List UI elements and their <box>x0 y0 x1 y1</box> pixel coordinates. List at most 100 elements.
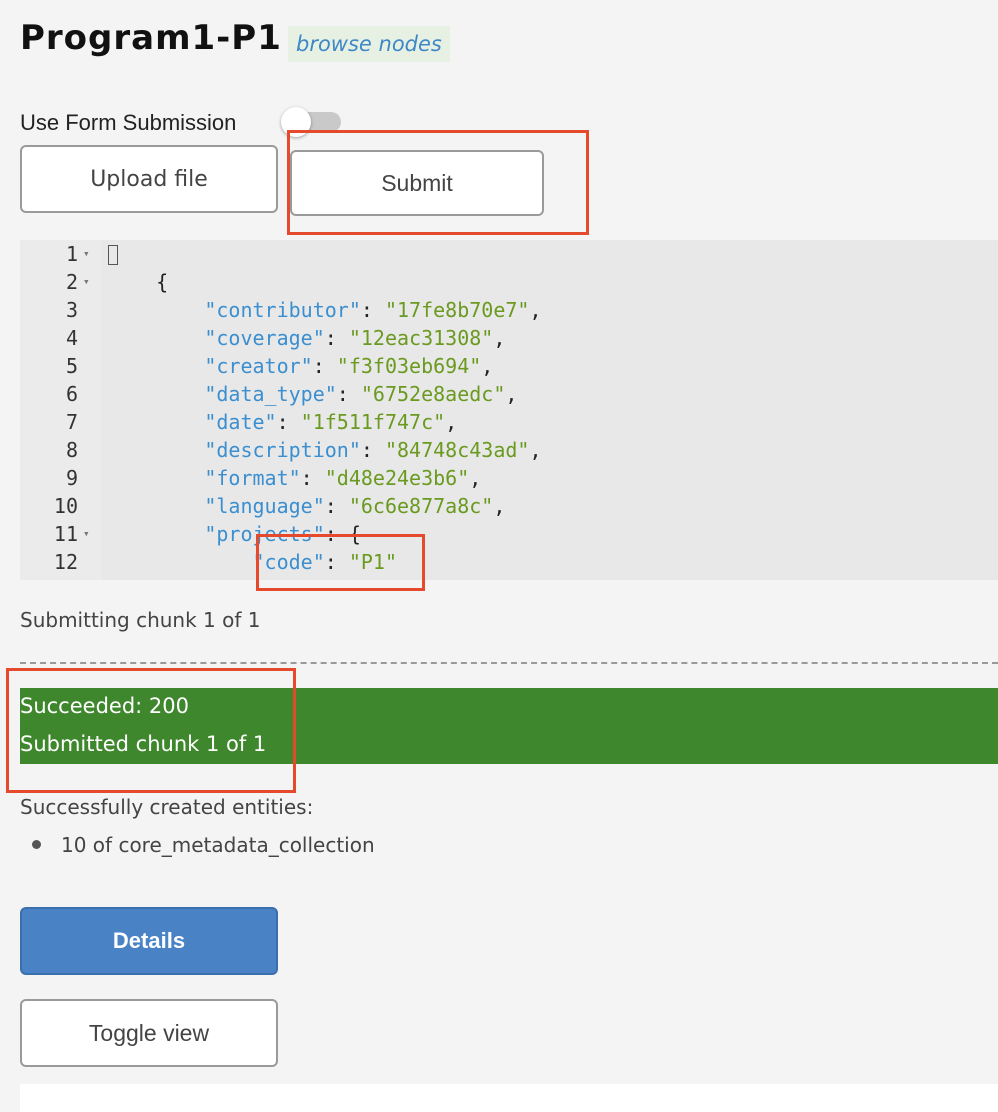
code-line: 5 "creator": "f3f03eb694", <box>20 352 998 380</box>
json-key: "coverage" <box>204 326 325 350</box>
submitting-status: Submitting chunk 1 of 1 <box>20 608 261 632</box>
line-number: 2 <box>65 270 78 294</box>
code-text: "data_type": "6752e8aedc", <box>108 380 517 408</box>
line-number: 4 <box>65 326 78 350</box>
code-line: 11 ▾ "projects": { <box>20 520 998 548</box>
created-entity-text: 10 of core_metadata_collection <box>61 833 375 857</box>
json-key: "description" <box>204 438 361 462</box>
json-editor[interactable]: 1 ▾ 2 ▾ {3 "contributor": "17fe8b70e7", 4 "c… <box>20 240 998 580</box>
fold-arrow-icon[interactable]: ▾ <box>83 268 90 296</box>
code-text: }, <box>108 576 228 580</box>
line-number: 6 <box>65 382 78 406</box>
json-punctuation: { <box>156 270 169 294</box>
code-line: 8 "description": "84748c43ad", <box>20 436 998 464</box>
json-key: "contributor" <box>204 298 361 322</box>
created-entity-item: 10 of core_metadata_collection <box>32 833 375 857</box>
code-line: 4 "coverage": "12eac31308", <box>20 324 998 352</box>
json-value: "12eac31308" <box>348 326 494 350</box>
json-punctuation: , <box>529 298 542 322</box>
line-number: 8 <box>65 438 78 462</box>
json-punctuation: , <box>493 494 506 518</box>
line-number: 1 <box>65 242 78 266</box>
details-button[interactable]: Details <box>20 907 278 975</box>
json-key: "language" <box>204 494 325 518</box>
fold-arrow-icon[interactable]: ▾ <box>83 240 90 268</box>
json-value: "f3f03eb694" <box>336 354 482 378</box>
json-value: "d48e24e3b6" <box>324 466 470 490</box>
code-text: "format": "d48e24e3b6", <box>108 464 481 492</box>
code-text: "description": "84748c43ad", <box>108 436 542 464</box>
json-value: "1f511f747c" <box>300 410 446 434</box>
form-submission-label: Use Form Submission <box>20 110 237 135</box>
browse-nodes-link[interactable]: browse nodes <box>288 26 450 62</box>
json-separator: : <box>312 354 337 378</box>
code-line: 2 ▾ { <box>20 268 998 296</box>
code-text: { <box>108 268 168 296</box>
line-number: 9 <box>65 466 78 490</box>
line-number: 5 <box>65 354 78 378</box>
json-key: "format" <box>204 466 301 490</box>
json-separator: : <box>300 466 325 490</box>
bullet-icon <box>32 840 41 849</box>
json-punctuation: , <box>505 382 518 406</box>
code-text <box>108 240 118 268</box>
line-number: 11 <box>53 522 78 546</box>
upload-file-button[interactable]: Upload file <box>20 145 278 213</box>
code-line: 3 "contributor": "17fe8b70e7", <box>20 296 998 324</box>
submit-highlight-box <box>287 130 589 235</box>
code-text: "creator": "f3f03eb694", <box>108 352 493 380</box>
line-number: 7 <box>65 410 78 434</box>
fold-arrow-icon[interactable]: ▾ <box>83 520 90 548</box>
toggle-view-button[interactable]: Toggle view <box>20 999 278 1067</box>
code-line: 9 "format": "d48e24e3b6", <box>20 464 998 492</box>
json-separator: : <box>360 438 385 462</box>
json-punctuation: , <box>445 410 458 434</box>
json-punctuation: }, <box>204 578 228 580</box>
json-separator: : <box>324 494 349 518</box>
json-value: "6752e8aedc" <box>360 382 506 406</box>
line-number: 12 <box>53 550 78 574</box>
json-key: "date" <box>204 410 277 434</box>
code-text: "language": "6c6e877a8c", <box>108 492 505 520</box>
code-highlight-box <box>256 534 425 591</box>
json-separator: : <box>336 382 361 406</box>
json-separator: : <box>276 410 301 434</box>
json-punctuation: , <box>481 354 494 378</box>
json-punctuation: , <box>529 438 542 462</box>
json-key: "creator" <box>204 354 313 378</box>
code-line: 13 }, <box>20 576 998 580</box>
json-separator: : <box>360 298 385 322</box>
code-line: 1 ▾ <box>20 240 998 268</box>
code-line: 6 "data_type": "6752e8aedc", <box>20 380 998 408</box>
text-cursor-icon <box>108 245 118 265</box>
code-text: "date": "1f511f747c", <box>108 408 457 436</box>
code-line: 7 "date": "1f511f747c", <box>20 408 998 436</box>
json-key: "data_type" <box>204 382 337 406</box>
line-number: 10 <box>53 494 78 518</box>
created-entities-label: Successfully created entities: <box>20 795 314 819</box>
result-panel <box>20 1084 998 1112</box>
json-punctuation: , <box>493 326 506 350</box>
code-text: "coverage": "12eac31308", <box>108 324 505 352</box>
line-number: 13 <box>20 576 78 580</box>
json-punctuation: , <box>469 466 482 490</box>
json-separator: : <box>324 326 349 350</box>
json-value: "17fe8b70e7" <box>384 298 530 322</box>
dashed-divider <box>20 662 998 664</box>
json-value: "6c6e877a8c" <box>348 494 494 518</box>
code-text: "contributor": "17fe8b70e7", <box>108 296 542 324</box>
line-number: 3 <box>65 298 78 322</box>
code-line: 12 "code": "P1" <box>20 548 998 576</box>
success-highlight-box <box>6 668 296 793</box>
